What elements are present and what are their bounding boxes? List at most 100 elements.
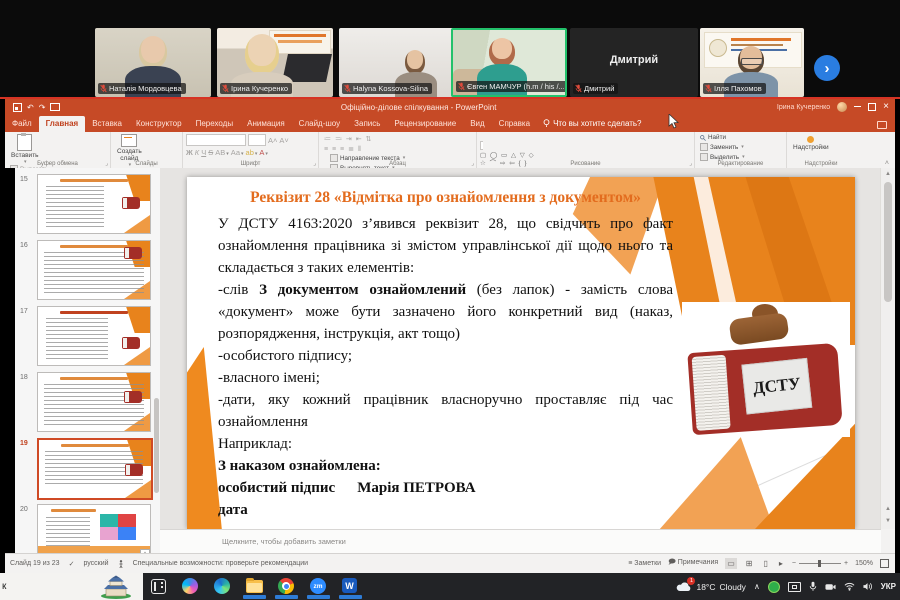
chrome-button[interactable] [278, 578, 295, 595]
highlight-color-icon[interactable]: ab [246, 148, 258, 157]
participant-tile[interactable]: Дмитрий Дмитрий [570, 28, 698, 97]
replace-button[interactable]: Заменить [700, 143, 745, 151]
task-view-button[interactable] [150, 578, 167, 595]
signed-in-user[interactable]: Ірина Кучеренко [777, 104, 830, 111]
slide-thumbnail[interactable] [37, 504, 151, 554]
slide-title[interactable]: Реквізит 28 «Відмітка про ознайомлення з… [218, 189, 673, 207]
find-button[interactable]: Найти [700, 134, 745, 141]
cast-screen-icon[interactable] [788, 582, 801, 592]
alignment-icons[interactable]: ≡ ≡ ≡ ≣ ⫴ [324, 145, 372, 154]
char-spacing-icon[interactable]: АВ [215, 148, 229, 157]
wifi-icon[interactable] [844, 582, 855, 591]
tab-review[interactable]: Рецензирование [387, 116, 463, 132]
zoom-level[interactable]: 150% [855, 560, 873, 567]
thumbnail-row[interactable]: 17 [15, 306, 160, 370]
scroll-up-icon[interactable]: ▲ [881, 168, 895, 180]
slide-thumbnail[interactable] [37, 306, 151, 366]
antivirus-icon[interactable] [768, 581, 780, 593]
participant-tile[interactable]: Наталія Мордовцева [95, 28, 211, 97]
bold-button[interactable]: Ж [186, 148, 193, 157]
slideshow-icon[interactable] [50, 103, 60, 111]
thumbnail-scrollbar[interactable] [154, 398, 159, 493]
slide-thumbnail[interactable] [37, 240, 151, 300]
file-explorer-button[interactable] [246, 578, 263, 595]
select-button[interactable]: Выделить [700, 153, 745, 161]
redo-icon[interactable]: ↷ [39, 103, 46, 112]
weather-widget[interactable]: 1 18°C Cloudy [676, 581, 745, 593]
comments-toggle-button[interactable]: 🗩 Примечания [668, 558, 718, 569]
collapse-ribbon-icon[interactable]: ˄ [885, 160, 889, 167]
tab-record[interactable]: Запись [347, 116, 387, 132]
scrollbar-thumb[interactable] [884, 182, 892, 302]
zoom-slider-thumb[interactable] [818, 560, 821, 567]
undo-icon[interactable]: ↶ [27, 103, 34, 112]
slide-thumbnail-selected[interactable] [37, 438, 153, 500]
bullets-numbering-icons[interactable]: ≔ ≕ ⇥ ⇤ ⇅ [324, 135, 372, 143]
font-size-box[interactable] [248, 134, 266, 146]
dialog-launcher-icon[interactable]: ⌟ [105, 160, 108, 167]
slide-canvas[interactable]: ДСТУ Реквізит 28 «Відмітка про ознайомле… [187, 177, 855, 529]
tab-help[interactable]: Справка [492, 116, 537, 132]
tell-me-box[interactable]: Что вы хотите сделать? [537, 119, 647, 132]
slide-thumbnail[interactable] [37, 174, 151, 234]
notes-toggle-button[interactable]: ≡ Заметки [628, 560, 661, 567]
dialog-launcher-icon[interactable]: ⌟ [471, 160, 474, 167]
tab-animations[interactable]: Анимация [240, 116, 292, 132]
participant-tile[interactable]: Ілля Пахомов [700, 28, 804, 97]
close-button[interactable]: × [883, 102, 889, 112]
thumbnail-row[interactable]: 20 [15, 504, 160, 554]
restore-button[interactable] [868, 103, 876, 111]
thumbnail-row[interactable]: 18 [15, 372, 160, 436]
word-button[interactable]: W [342, 578, 359, 595]
underline-button[interactable]: Ч [201, 148, 206, 157]
participant-tile[interactable]: Halyna Kossova-Silina [339, 28, 455, 97]
participant-tile[interactable]: Ірина Кучеренко [217, 28, 333, 97]
next-participants-button[interactable]: › [814, 55, 840, 81]
tab-file[interactable]: Файл [5, 116, 39, 132]
edge-button[interactable] [214, 578, 231, 595]
participant-tile-active-speaker[interactable]: Євген МАМЧУР (h.m / his /... [451, 28, 567, 97]
addins-button[interactable]: Надстройки [790, 134, 832, 151]
accessibility-status[interactable]: Специальные возможности: проверьте реком… [133, 560, 309, 567]
thumbnail-row[interactable]: 16 [15, 240, 160, 304]
microphone-icon[interactable] [809, 581, 817, 592]
slide-sorter-view-button[interactable]: ⊞ [744, 558, 755, 569]
zoom-app-button[interactable]: zm [310, 578, 327, 595]
normal-view-button[interactable]: ▭ [725, 558, 737, 569]
tab-insert[interactable]: Вставка [85, 116, 129, 132]
tab-slideshow[interactable]: Слайд-шоу [292, 116, 347, 132]
zoom-slider[interactable]: − + [792, 560, 848, 567]
zoom-in-icon[interactable]: + [844, 560, 848, 567]
grow-font-icon[interactable]: А˄ [268, 136, 277, 145]
language-status[interactable]: русский [83, 560, 108, 567]
notes-pane[interactable]: Щелкните, чтобы добавить заметки [160, 529, 881, 555]
minimize-button[interactable] [854, 106, 861, 107]
font-name-box[interactable] [186, 134, 246, 146]
camera-icon[interactable] [825, 583, 836, 591]
user-avatar[interactable] [837, 102, 847, 112]
fit-slide-icon[interactable] [880, 559, 889, 568]
save-icon[interactable] [13, 103, 22, 112]
shrink-font-icon[interactable]: А˅ [279, 136, 288, 145]
reading-view-button[interactable]: ▯ [761, 558, 769, 569]
keyboard-language[interactable]: УКР [881, 582, 896, 591]
slideshow-view-button[interactable]: ▸ [777, 558, 785, 569]
tab-home[interactable]: Главная [39, 116, 86, 132]
vertical-scrollbar[interactable]: ▲ ▲ ▼ [880, 168, 895, 529]
spellcheck-icon[interactable]: ✓ [69, 560, 75, 568]
dstu-book-image[interactable]: ДСТУ [682, 302, 850, 437]
tab-view[interactable]: Вид [463, 116, 491, 132]
previous-slide-icon[interactable]: ▲ [881, 503, 895, 515]
tab-transitions[interactable]: Переходы [189, 116, 241, 132]
thumbnail-row[interactable]: 15 [15, 174, 160, 238]
change-case-icon[interactable]: Аа [231, 148, 244, 157]
slide-thumbnail[interactable] [37, 372, 151, 432]
strikethrough-button[interactable]: S [208, 148, 213, 157]
italic-button[interactable]: К [195, 148, 199, 157]
thumbnail-row[interactable]: 19 [15, 438, 160, 502]
dialog-launcher-icon[interactable]: ⌟ [313, 160, 316, 167]
tray-overflow-icon[interactable]: ∧ [754, 582, 760, 591]
feedback-icon[interactable] [877, 121, 887, 129]
copilot-button[interactable] [182, 578, 199, 595]
tab-design[interactable]: Конструктор [129, 116, 189, 132]
